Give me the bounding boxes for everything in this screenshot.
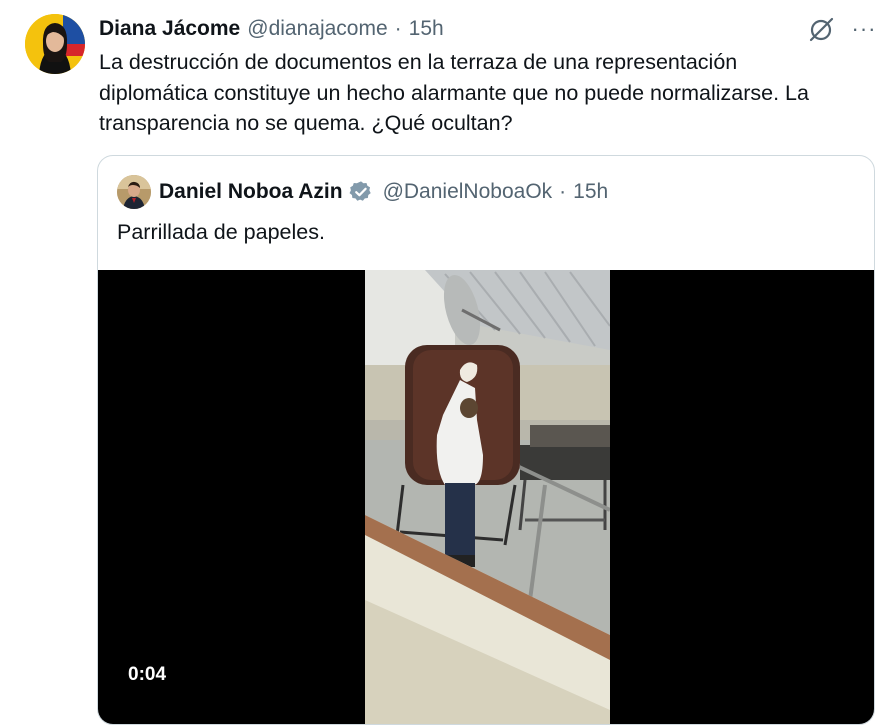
- header-separator: ·: [394, 17, 402, 40]
- quoted-tweet-card[interactable]: Daniel Noboa Azin @DanielNoboaOk · 15h P…: [97, 155, 875, 725]
- grok-icon[interactable]: [806, 15, 836, 45]
- quoted-author-handle[interactable]: @DanielNoboaOk: [383, 180, 553, 204]
- quoted-header: Daniel Noboa Azin @DanielNoboaOk · 15h: [159, 176, 608, 208]
- quoted-author-avatar[interactable]: [117, 175, 151, 209]
- video-frame: [365, 270, 610, 724]
- tweet-timestamp[interactable]: 15h: [409, 17, 444, 41]
- author-avatar[interactable]: [25, 14, 85, 74]
- video-player[interactable]: 0:04: [98, 270, 874, 724]
- more-options-icon[interactable]: ···: [849, 16, 879, 44]
- author-handle[interactable]: @dianajacome: [247, 17, 387, 41]
- video-thumbnail-image: [365, 270, 610, 724]
- quoted-author-name[interactable]: Daniel Noboa Azin: [159, 180, 343, 204]
- tweet-text: La destrucción de documentos en la terra…: [99, 47, 859, 139]
- quoted-timestamp[interactable]: 15h: [573, 180, 608, 204]
- tweet-text-line: diplomática constituye un hecho alarmant…: [99, 80, 809, 105]
- quoted-header-separator: ·: [559, 180, 567, 203]
- author-avatar-image: [25, 14, 85, 74]
- video-duration: 0:04: [128, 664, 167, 685]
- verified-badge-icon: [349, 180, 373, 204]
- tweet-text-line: La destrucción de documentos en la terra…: [99, 50, 738, 74]
- quoted-tweet-text: Parrillada de papeles.: [117, 220, 325, 244]
- tweet-text-line: transparencia no se quema. ¿Qué ocultan?: [99, 111, 513, 135]
- author-name[interactable]: Diana Jácome: [99, 17, 240, 41]
- tweet-header: Diana Jácome @dianajacome · 15h: [99, 13, 444, 45]
- quoted-avatar-image: [117, 175, 151, 209]
